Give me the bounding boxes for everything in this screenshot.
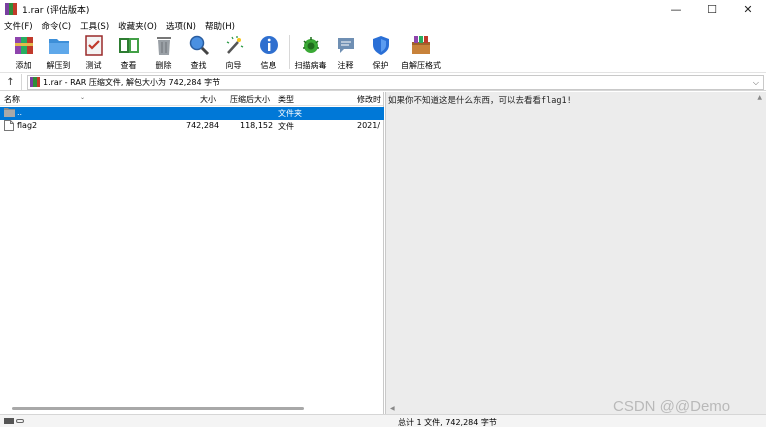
scroll-left-icon[interactable]: ◀ — [390, 405, 395, 412]
maximize-button[interactable]: ☐ — [694, 0, 730, 18]
sort-indicator-icon: ⌄ — [80, 94, 86, 101]
file-type: 文件 — [278, 122, 294, 131]
menu-favorites[interactable]: 收藏夹(O) — [118, 20, 157, 32]
delete-label: 删除 — [155, 61, 172, 70]
wizard-button[interactable]: 向导 — [216, 33, 251, 73]
minimize-button[interactable]: — — [658, 0, 694, 18]
column-headers: 名称 ⌄ 大小 压缩后大小 类型 修改时 — [0, 92, 383, 106]
scan-virus-label: 扫描病毒 — [294, 61, 327, 70]
menu-bar: 文件(F) 命令(C) 工具(S) 收藏夹(O) 选项(N) 帮助(H) — [0, 18, 766, 33]
extract-to-label: 解压到 — [46, 61, 71, 70]
add-archive-icon — [11, 33, 37, 57]
address-path: 1.rar - RAR 压缩文件, 解包大小为 742,284 字节 — [43, 77, 221, 87]
info-icon — [256, 33, 282, 57]
comment-icon — [333, 33, 359, 57]
archive-comment: 如果你不知道这是什么东西，可以去看看flag1! — [388, 96, 572, 106]
extract-to-button[interactable]: 解压到 — [41, 33, 76, 73]
up-one-level-button[interactable]: ↑ — [0, 73, 22, 91]
info-label: 信息 — [260, 61, 277, 70]
add-label: 添加 — [15, 61, 32, 70]
status-text: 总计 1 文件, 742,284 字节 — [398, 418, 497, 427]
status-bar: 总计 1 文件, 742,284 字节 — [0, 414, 766, 427]
address-dropdown-icon[interactable]: ⌵ — [753, 78, 759, 88]
view-label: 查看 — [120, 61, 137, 70]
close-button[interactable]: ✕ — [730, 0, 766, 18]
name-column-shade — [0, 107, 166, 403]
column-name[interactable]: 名称 — [4, 94, 20, 105]
folder-icon — [4, 107, 15, 119]
column-packed-size[interactable]: 压缩后大小 — [230, 94, 270, 105]
protect-label: 保护 — [372, 61, 389, 70]
extract-to-icon — [46, 33, 72, 57]
find-button[interactable]: 查找 — [181, 33, 216, 73]
menu-file[interactable]: 文件(F) — [4, 20, 33, 32]
file-rows: .. 文件夹 flag2 742,284 118,152 文件 2021/ — [0, 107, 384, 133]
file-name: .. — [17, 108, 23, 117]
address-bar: ↑ 1.rar - RAR 压缩文件, 解包大小为 742,284 字节 ⌵ — [0, 73, 766, 91]
find-icon — [186, 33, 212, 57]
scan-virus-button[interactable]: 扫描病毒 — [293, 33, 328, 73]
address-field[interactable]: 1.rar - RAR 压缩文件, 解包大小为 742,284 字节 ⌵ — [27, 74, 764, 90]
test-button[interactable]: 测试 — [76, 33, 111, 73]
view-icon — [116, 33, 142, 57]
file-size: 742,284 — [186, 121, 220, 130]
window-title: 1.rar (评估版本) — [22, 5, 90, 16]
sfx-label: 自解压格式 — [401, 61, 441, 70]
delete-button[interactable]: 删除 — [146, 33, 181, 73]
sfx-button[interactable]: 自解压格式 — [398, 33, 444, 73]
column-size[interactable]: 大小 — [200, 94, 216, 105]
wizard-icon — [221, 33, 247, 57]
toolbar: 添加 解压到 测试 查看 删除 查找 向导 信息 扫描病毒 注释 保护 自解压格… — [0, 33, 766, 73]
table-row-flag2[interactable]: flag2 742,284 118,152 文件 2021/ — [0, 120, 384, 133]
find-label: 查找 — [190, 61, 207, 70]
comment-label: 注释 — [337, 61, 354, 70]
protect-button[interactable]: 保护 — [363, 33, 398, 73]
file-modified: 2021/ — [357, 121, 381, 130]
scroll-up-icon[interactable]: ▲ — [757, 94, 762, 101]
view-button[interactable]: 查看 — [111, 33, 146, 73]
title-bar: 1.rar (评估版本) — ☐ ✕ — [0, 0, 766, 18]
comment-button[interactable]: 注释 — [328, 33, 363, 73]
add-button[interactable]: 添加 — [6, 33, 41, 73]
file-list-pane: 名称 ⌄ 大小 压缩后大小 类型 修改时 .. 文件夹 flag2 742,28… — [0, 92, 384, 414]
file-name: flag2 — [17, 121, 38, 130]
toolbar-separator — [289, 35, 290, 69]
column-type[interactable]: 类型 — [278, 94, 294, 105]
file-icon — [4, 120, 14, 133]
scrollbar-thumb[interactable] — [12, 407, 304, 410]
wizard-label: 向导 — [225, 61, 242, 70]
info-button[interactable]: 信息 — [251, 33, 286, 73]
watermark: CSDN @@Demo — [613, 398, 731, 415]
column-modified[interactable]: 修改时 — [357, 94, 381, 105]
sfx-icon — [408, 33, 434, 57]
test-label: 测试 — [85, 61, 102, 70]
file-packed-size: 118,152 — [240, 121, 274, 130]
menu-help[interactable]: 帮助(H) — [205, 20, 235, 32]
menu-commands[interactable]: 命令(C) — [42, 20, 72, 32]
file-type: 文件夹 — [278, 109, 302, 118]
horizontal-scrollbar[interactable] — [0, 405, 384, 412]
protect-icon — [368, 33, 394, 57]
winrar-app-icon — [5, 3, 17, 15]
archive-icon — [30, 77, 40, 87]
test-icon — [81, 33, 107, 57]
comment-pane: 如果你不知道这是什么东西，可以去看看flag1! ▲ ◀ — [385, 92, 766, 414]
menu-tools[interactable]: 工具(S) — [80, 20, 109, 32]
key-icon — [16, 419, 24, 423]
menu-options[interactable]: 选项(N) — [166, 20, 196, 32]
scan-virus-icon — [298, 33, 324, 57]
delete-icon — [151, 33, 177, 57]
drive-icon — [4, 418, 14, 424]
table-row-parent[interactable]: .. 文件夹 — [0, 107, 384, 120]
